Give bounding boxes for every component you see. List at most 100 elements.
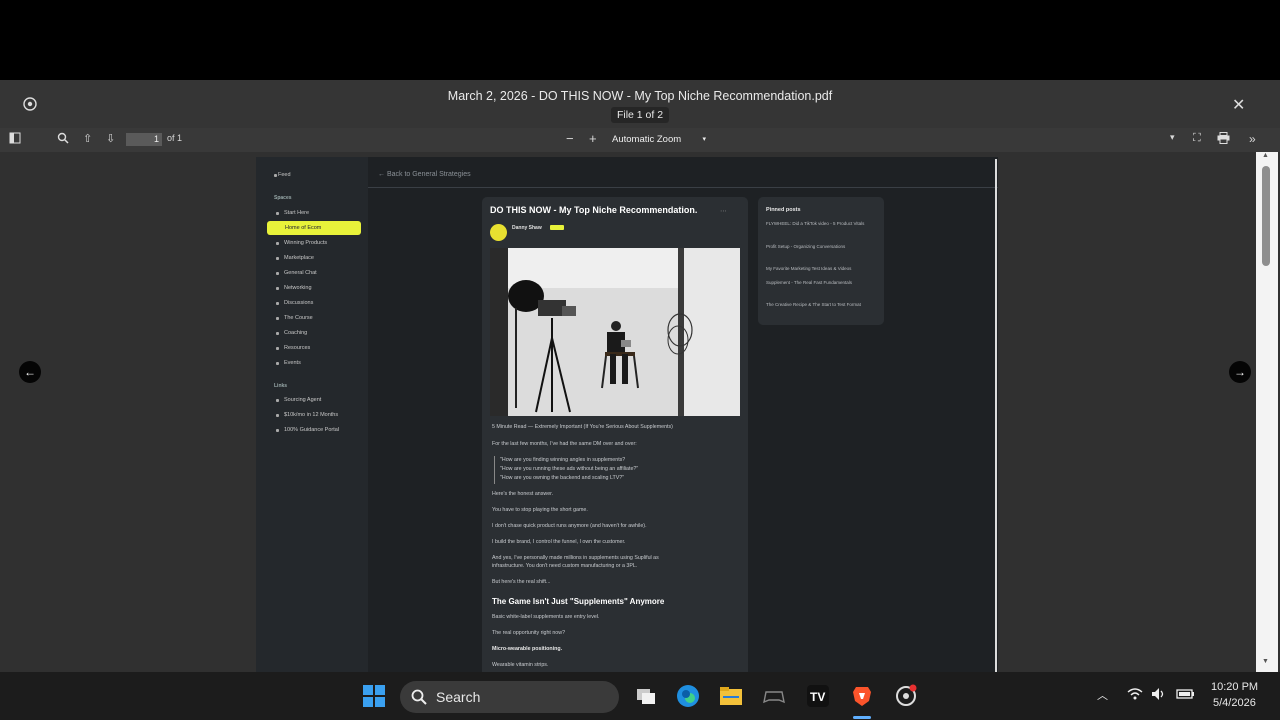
taskbar: Search TV ︿ 10:20 PM 5/4/2026 — [0, 672, 1280, 720]
taskbar-search[interactable]: Search — [400, 681, 619, 713]
divider — [368, 187, 998, 188]
page-edge — [995, 159, 997, 672]
pdf-viewer: March 2, 2026 - DO THIS NOW - My Top Nic… — [0, 80, 1280, 672]
pinned-heading: Pinned posts — [766, 207, 801, 213]
active-app-indicator — [853, 716, 871, 719]
space-icon — [276, 257, 279, 260]
feed-icon — [274, 174, 277, 177]
post-paragraph: For the last few months, I've had the sa… — [492, 441, 637, 447]
blockquote-bar — [494, 456, 495, 484]
previous-page-icon[interactable]: ⇧ — [83, 132, 92, 145]
sidebar-link: Sourcing Agent — [284, 397, 322, 403]
space-icon — [276, 272, 279, 275]
clock-time[interactable]: 10:20 PM — [1211, 681, 1258, 693]
tools-menu-icon[interactable]: » — [1249, 132, 1256, 146]
clock-date[interactable]: 5/4/2026 — [1213, 697, 1256, 709]
pinned-item: Supplement - The Real Fast Fundamentals — [766, 280, 852, 285]
sidebar-item: The Course — [284, 315, 313, 321]
zoom-label: Automatic Zoom — [612, 134, 682, 145]
post-paragraph: Basic white-label supplements are entry … — [492, 614, 600, 620]
space-icon — [276, 347, 279, 350]
back-link: ← Back to General Strategies — [378, 171, 471, 178]
vertical-scrollbar[interactable]: ▲ ▼ — [1256, 152, 1278, 672]
pinned-item: FLYWHEEL: Did a TikTok video - 5 Product… — [766, 221, 865, 226]
task-view-icon[interactable] — [634, 684, 658, 708]
post-card: DO THIS NOW - My Top Niche Recommendatio… — [482, 197, 748, 672]
volume-icon[interactable] — [1151, 687, 1167, 704]
pinned-item: Profit Setup - Organizing Conversations — [766, 244, 846, 249]
file-explorer-icon[interactable] — [719, 684, 743, 708]
next-page-icon[interactable]: ⇩ — [106, 132, 115, 145]
tradingview-icon[interactable]: TV — [806, 684, 830, 708]
post-paragraph: 5 Minute Read — Extremely Important (If … — [492, 424, 673, 430]
post-subheading: The Game Isn't Just "Supplements" Anymor… — [492, 597, 665, 606]
screen: March 2, 2026 - DO THIS NOW - My Top Nic… — [0, 0, 1280, 720]
sidebar-item: Discussions — [284, 300, 314, 306]
post-quote: "How are you running these ads without b… — [500, 466, 639, 472]
pdf-page: Feed Spaces Start Here Home of Ecom Winn… — [256, 157, 998, 672]
author-name: Danny Shaw — [512, 225, 542, 231]
space-icon — [276, 317, 279, 320]
gamepad-icon[interactable] — [762, 684, 786, 708]
scroll-down-icon[interactable]: ▼ — [1262, 658, 1269, 665]
link-icon — [276, 429, 279, 432]
fullscreen-icon[interactable]: ⛶ — [1193, 132, 1201, 145]
space-icon — [276, 287, 279, 290]
zoom-out-icon[interactable]: − — [566, 131, 574, 146]
sidebar-link: $10k/mo in 12 Months — [284, 412, 339, 418]
previous-file-arrow-icon[interactable]: ← — [19, 361, 41, 383]
post-paragraph: But here's the real shift... — [492, 579, 551, 585]
sidebar-item: Networking — [284, 285, 312, 291]
battery-icon[interactable] — [1176, 687, 1196, 704]
post-paragraph: The real opportunity right now? — [492, 630, 566, 636]
sidebar-item: Start Here — [284, 210, 310, 216]
post-paragraph: You have to stop playing the short game. — [492, 507, 588, 513]
close-icon[interactable]: ✕ — [1232, 95, 1245, 115]
link-icon — [276, 414, 279, 417]
avatar — [490, 224, 507, 241]
wifi-icon[interactable] — [1127, 687, 1143, 704]
post-paragraph: I don't chase quick product runs anymore… — [492, 523, 647, 529]
pinned-posts-card: Pinned posts FLYWHEEL: Did a TikTok vide… — [758, 197, 884, 325]
status-badge — [550, 225, 564, 230]
post-paragraph: I build the brand, I control the funnel,… — [492, 539, 626, 545]
sidebar-link: 100% Guidance Portal — [284, 427, 340, 433]
pinned-item: My Favorite Marketing Test Ideas & Video… — [766, 266, 852, 271]
post-paragraph: Wearable vitamin strips. — [492, 662, 549, 668]
tray-chevron-up-icon[interactable]: ︿ — [1097, 687, 1108, 703]
more-tools-chevron-icon[interactable]: ▾ — [1170, 132, 1175, 143]
print-icon[interactable] — [1217, 132, 1230, 147]
space-icon — [276, 212, 279, 215]
svg-text:TV: TV — [810, 690, 825, 704]
search-placeholder: Search — [436, 689, 481, 705]
sidebar-item: Winning Products — [284, 240, 328, 246]
studio-photo — [490, 248, 740, 416]
sidebar-item-active: Home of Ecom — [267, 221, 361, 235]
openai-app-icon[interactable] — [894, 684, 918, 708]
viewer-toolbar: ⇧ ⇩ 1 of 1 − + Automatic Zoom ▾ ▾ ⛶ » — [0, 128, 1280, 152]
space-icon — [276, 362, 279, 365]
windows-start-icon[interactable] — [362, 684, 386, 708]
edge-browser-icon[interactable] — [676, 684, 700, 708]
search-icon — [411, 689, 427, 710]
file-indicator: File 1 of 2 — [610, 107, 670, 123]
sidebar-toggle-icon[interactable] — [9, 132, 21, 147]
viewer-titlebar: March 2, 2026 - DO THIS NOW - My Top Nic… — [0, 80, 1280, 128]
post-quote: "How are you finding winning angles in s… — [500, 457, 626, 463]
page-total: of 1 — [167, 133, 183, 143]
space-icon — [276, 242, 279, 245]
zoom-in-icon[interactable]: + — [589, 131, 597, 146]
scroll-up-icon[interactable]: ▲ — [1262, 152, 1269, 159]
more-options-icon: ⋯ — [720, 208, 727, 215]
link-icon — [276, 399, 279, 402]
find-icon[interactable] — [57, 132, 69, 147]
page-number-input[interactable]: 1 — [126, 133, 162, 146]
scroll-thumb[interactable] — [1262, 166, 1270, 266]
sidebar-section-links: Links — [274, 383, 288, 389]
space-icon — [276, 332, 279, 335]
next-file-arrow-icon[interactable]: → — [1229, 361, 1251, 383]
space-icon — [276, 302, 279, 305]
zoom-select[interactable]: Automatic Zoom ▾ — [606, 131, 712, 149]
brave-browser-icon[interactable] — [850, 684, 874, 708]
sidebar-item: Marketplace — [284, 255, 314, 261]
